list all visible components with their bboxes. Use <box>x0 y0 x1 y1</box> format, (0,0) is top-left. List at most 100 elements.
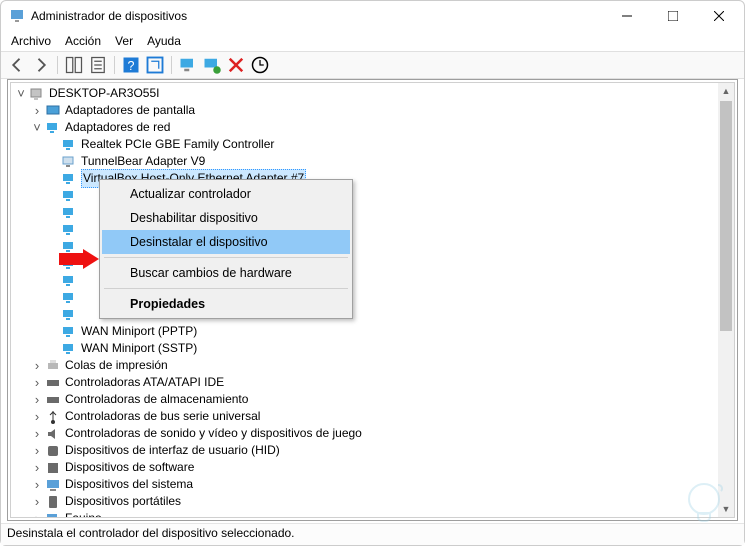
tree-display-adapters[interactable]: Adaptadores de pantalla <box>65 102 195 119</box>
tree-net-realtek[interactable]: Realtek PCIe GBE Family Controller <box>81 136 274 153</box>
minimize-button[interactable] <box>604 1 650 31</box>
tree-ata-ide[interactable]: Controladoras ATA/ATAPI IDE <box>65 374 224 391</box>
menu-action[interactable]: Acción <box>59 33 107 49</box>
context-menu-separator <box>104 257 348 258</box>
expand-icon[interactable]: › <box>29 495 45 508</box>
vertical-scrollbar[interactable]: ▲ ▼ <box>718 83 734 517</box>
window-titlebar: Administrador de dispositivos <box>1 1 744 31</box>
controller-icon <box>45 375 61 391</box>
ctx-properties[interactable]: Propiedades <box>102 292 350 316</box>
maximize-button[interactable] <box>650 1 696 31</box>
expand-icon[interactable]: ˅ <box>29 121 45 134</box>
status-bar: Desinstala el controlador del dispositiv… <box>1 523 744 545</box>
help-button[interactable]: ? <box>121 55 141 75</box>
expand-icon[interactable]: › <box>29 104 45 117</box>
disable-button[interactable] <box>250 55 270 75</box>
expand-icon[interactable]: › <box>29 478 45 491</box>
network-adapter-icon <box>61 137 77 153</box>
network-adapter-icon <box>61 188 77 204</box>
scan-hardware-button[interactable] <box>178 55 198 75</box>
tree-item[interactable] <box>81 221 84 238</box>
network-adapter-icon <box>61 324 77 340</box>
computer-icon <box>45 511 61 518</box>
toolbar-separator <box>171 56 172 74</box>
system-device-icon <box>45 477 61 493</box>
tree-system-dev[interactable]: Dispositivos del sistema <box>65 476 193 493</box>
tree-net-tunnelbear[interactable]: TunnelBear Adapter V9 <box>81 153 205 170</box>
tree-network-adapters[interactable]: Adaptadores de red <box>65 119 170 136</box>
back-button[interactable] <box>7 55 27 75</box>
expand-icon[interactable]: › <box>29 427 45 440</box>
network-adapter-icon <box>45 120 61 136</box>
update-driver-button[interactable] <box>202 55 222 75</box>
watermark-lightbulb-icon <box>678 477 730 529</box>
tree-print-queues[interactable]: Colas de impresión <box>65 357 168 374</box>
expand-icon[interactable]: › <box>29 393 45 406</box>
expand-icon[interactable]: › <box>29 359 45 372</box>
svg-text:?: ? <box>128 59 135 73</box>
menu-help[interactable]: Ayuda <box>141 33 187 49</box>
network-adapter-icon <box>61 154 77 170</box>
software-device-icon <box>45 460 61 476</box>
tree-item[interactable] <box>81 289 84 306</box>
expand-icon[interactable]: › <box>29 410 45 423</box>
tree-software-dev[interactable]: Dispositivos de software <box>65 459 194 476</box>
tree-computer-category[interactable]: Fauino <box>65 510 102 517</box>
update-button[interactable] <box>145 55 165 75</box>
expand-icon[interactable]: › <box>29 444 45 457</box>
window-title: Administrador de dispositivos <box>31 9 604 23</box>
tree-item[interactable] <box>81 187 84 204</box>
sound-icon <box>45 426 61 442</box>
uninstall-button[interactable] <box>226 55 246 75</box>
app-icon <box>9 8 25 24</box>
tree-usb[interactable]: Controladoras de bus serie universal <box>65 408 260 425</box>
toolbar-separator <box>114 56 115 74</box>
tree-item[interactable] <box>81 204 84 221</box>
expand-icon[interactable]: › <box>29 376 45 389</box>
printer-icon <box>45 358 61 374</box>
close-button[interactable] <box>696 1 742 31</box>
status-text: Desinstala el controlador del dispositiv… <box>7 526 295 540</box>
network-adapter-icon <box>61 171 77 187</box>
scroll-up-arrow-icon[interactable]: ▲ <box>718 83 734 99</box>
network-adapter-icon <box>61 307 77 323</box>
tree-sound[interactable]: Controladoras de sonido y vídeo y dispos… <box>65 425 362 442</box>
toolbar-separator <box>57 56 58 74</box>
properties-button[interactable] <box>88 55 108 75</box>
tree-hid[interactable]: Dispositivos de interfaz de usuario (HID… <box>65 442 280 459</box>
context-menu-separator <box>104 288 348 289</box>
tree-net-wan-sstp[interactable]: WAN Miniport (SSTP) <box>81 340 197 357</box>
context-menu: Actualizar controlador Deshabilitar disp… <box>99 179 353 319</box>
network-adapter-icon <box>61 290 77 306</box>
tree-net-wan-pptp[interactable]: WAN Miniport (PPTP) <box>81 323 197 340</box>
tree-portable-dev[interactable]: Dispositivos portátiles <box>65 493 181 510</box>
tree-root[interactable]: DESKTOP-AR3O55I <box>49 85 159 102</box>
expand-icon[interactable]: › <box>29 461 45 474</box>
network-adapter-icon <box>61 341 77 357</box>
toolbar: ? <box>1 51 744 79</box>
show-hide-tree-button[interactable] <box>64 55 84 75</box>
menu-file[interactable]: Archivo <box>5 33 57 49</box>
expand-icon[interactable]: › <box>29 512 45 517</box>
ctx-uninstall-device[interactable]: Desinstalar el dispositivo <box>102 230 350 254</box>
ctx-disable-device[interactable]: Deshabilitar dispositivo <box>102 206 350 230</box>
expand-icon[interactable]: ˅ <box>13 87 29 100</box>
controller-icon <box>45 392 61 408</box>
tree-item[interactable] <box>81 306 84 323</box>
computer-icon <box>29 86 45 102</box>
tree-storage[interactable]: Controladoras de almacenamiento <box>65 391 248 408</box>
annotation-arrow-icon <box>59 249 99 269</box>
scrollbar-thumb[interactable] <box>720 101 732 331</box>
forward-button[interactable] <box>31 55 51 75</box>
tree-item[interactable] <box>81 272 84 289</box>
portable-device-icon <box>45 494 61 510</box>
network-adapter-icon <box>61 273 77 289</box>
ctx-update-driver[interactable]: Actualizar controlador <box>102 182 350 206</box>
network-adapter-icon <box>61 205 77 221</box>
hid-icon <box>45 443 61 459</box>
menu-bar: Archivo Acción Ver Ayuda <box>1 31 744 51</box>
ctx-scan-hardware[interactable]: Buscar cambios de hardware <box>102 261 350 285</box>
usb-icon <box>45 409 61 425</box>
network-adapter-icon <box>61 222 77 238</box>
menu-view[interactable]: Ver <box>109 33 139 49</box>
